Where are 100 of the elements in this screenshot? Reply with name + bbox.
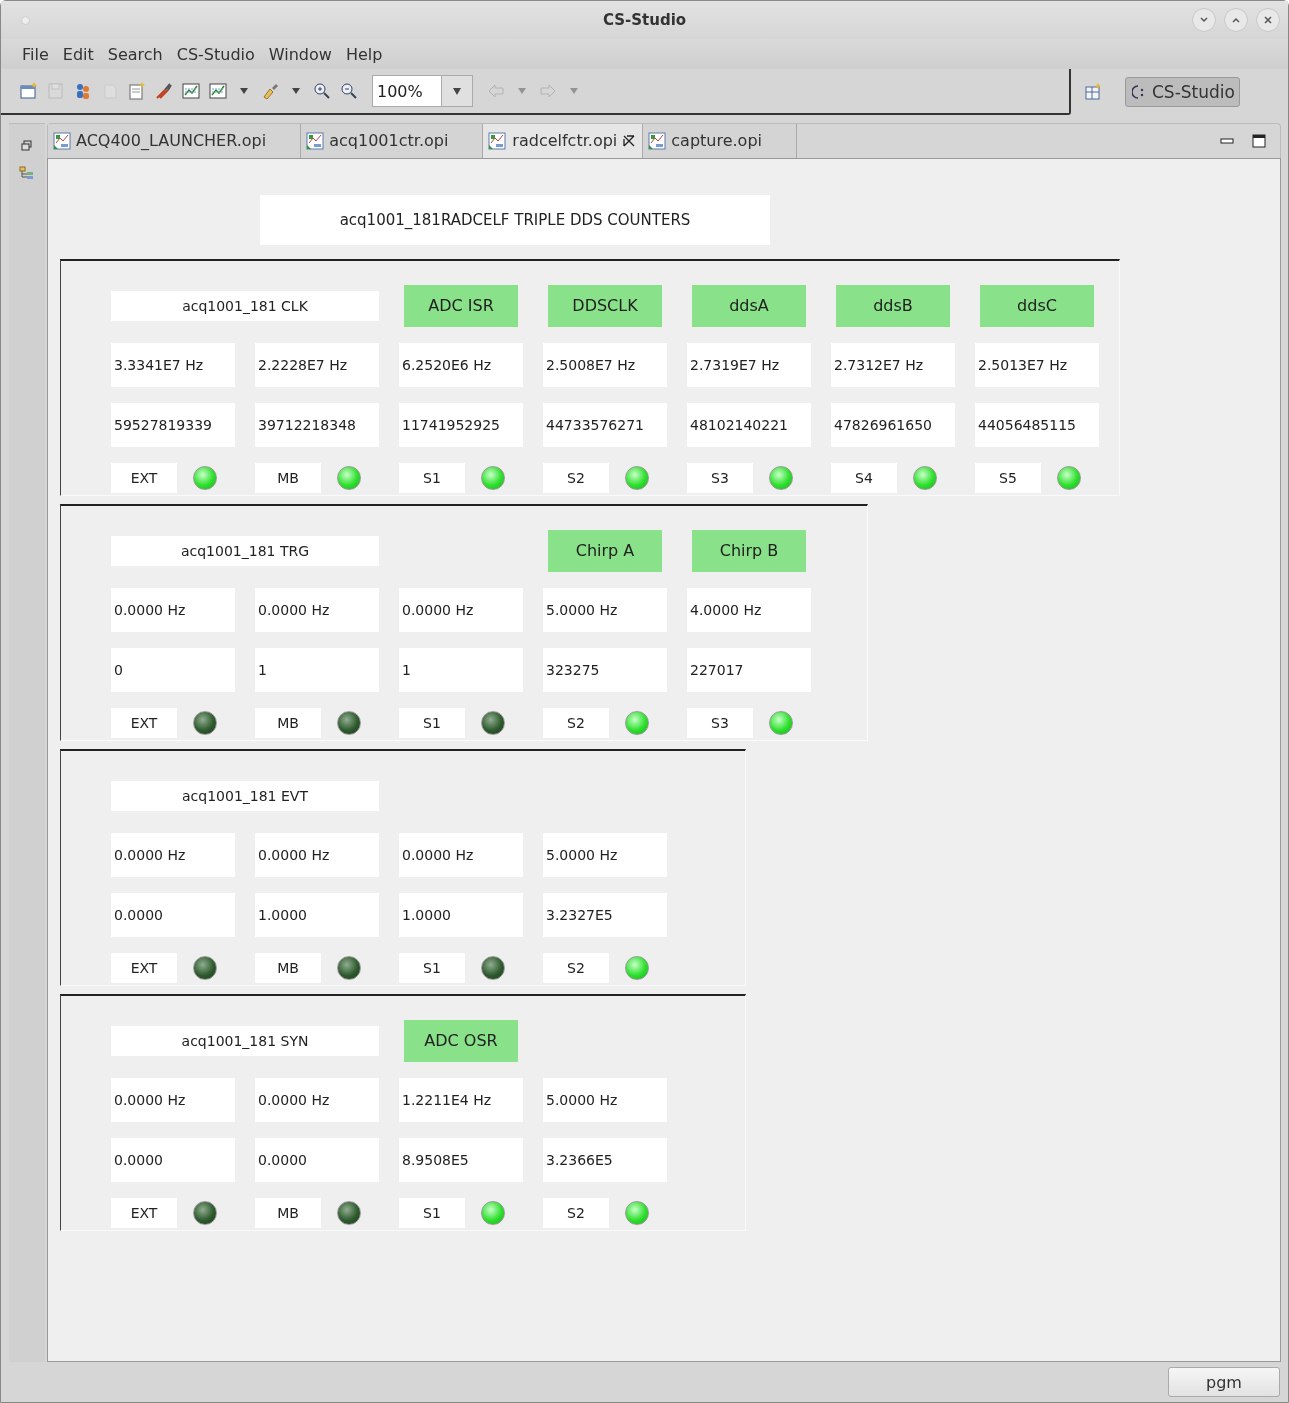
new-window-icon[interactable] xyxy=(19,81,39,101)
rate-field: 3.3341E7 Hz xyxy=(111,342,235,387)
minimize-icon[interactable] xyxy=(1220,136,1234,145)
source-label: S2 xyxy=(543,462,609,493)
panel-title: acq1001_181 SYN xyxy=(111,1025,379,1056)
count-field: 48102140221 xyxy=(687,402,811,447)
source-label: MB xyxy=(255,462,321,493)
minimize-button[interactable] xyxy=(1192,8,1216,32)
channel-label: ddsB xyxy=(836,284,950,327)
source-label: EXT xyxy=(111,1197,177,1228)
count-field: 323275 xyxy=(543,647,667,692)
maximize-icon[interactable] xyxy=(1252,133,1266,148)
source-label: S1 xyxy=(399,952,465,983)
panel-title: acq1001_181 TRG xyxy=(111,535,379,566)
status-button[interactable]: pgm xyxy=(1168,1367,1280,1397)
close-icon[interactable] xyxy=(622,133,637,148)
display-file-icon xyxy=(487,130,508,151)
window-dot-icon xyxy=(21,15,30,25)
display-file-icon xyxy=(52,130,72,151)
source-label: S1 xyxy=(399,707,465,738)
chevron-down-icon xyxy=(1199,15,1209,25)
count-field: 0.0000 xyxy=(255,1137,379,1182)
chart-icon[interactable] xyxy=(181,81,201,101)
source-label: EXT xyxy=(111,707,177,738)
rate-field: 0.0000 Hz xyxy=(399,587,523,632)
count-field: 44056485115 xyxy=(975,402,1099,447)
maximize-button[interactable] xyxy=(1224,8,1248,32)
source-label: S3 xyxy=(687,462,753,493)
menu-item[interactable]: Edit xyxy=(55,42,101,66)
menu-item[interactable]: Search xyxy=(100,42,170,66)
rate-field: 5.0000 Hz xyxy=(543,1077,667,1122)
zoom-in-icon[interactable] xyxy=(312,81,332,101)
editor-tab[interactable]: radcelfctr.opi xyxy=(483,124,644,158)
perspective-button[interactable]: CS-Studio xyxy=(1125,77,1240,107)
rate-field: 5.0000 Hz xyxy=(543,832,667,877)
rate-field: 1.2211E4 Hz xyxy=(399,1077,523,1122)
display-file-icon xyxy=(647,130,668,151)
zoom-out-icon[interactable] xyxy=(339,81,359,101)
channel-label: Chirp A xyxy=(548,529,662,572)
count-field: 227017 xyxy=(687,647,811,692)
panel-title: acq1001_181 CLK xyxy=(111,290,379,321)
source-label: S2 xyxy=(543,952,609,983)
count-field: 0.0000 xyxy=(111,1137,235,1182)
menu-item[interactable]: Help xyxy=(338,42,390,66)
rate-field: 0.0000 Hz xyxy=(255,832,379,877)
rate-field: 2.7319E7 Hz xyxy=(687,342,811,387)
count-field: 44733576271 xyxy=(543,402,667,447)
rate-field: 0.0000 Hz xyxy=(111,587,235,632)
channel-label: ddsC xyxy=(980,284,1094,327)
chevron-up-icon xyxy=(1231,15,1241,25)
rate-field: 2.7312E7 Hz xyxy=(831,342,955,387)
open-perspective-icon[interactable] xyxy=(1083,82,1103,102)
source-label: MB xyxy=(255,707,321,738)
source-label: S2 xyxy=(543,707,609,738)
count-field: 3.2366E5 xyxy=(543,1137,667,1182)
panel-title: acq1001_181 EVT xyxy=(111,780,379,811)
rate-field: 0.0000 Hz xyxy=(255,1077,379,1122)
menu-item[interactable]: CS-Studio xyxy=(169,42,262,66)
count-field: 59527819339 xyxy=(111,402,235,447)
editor-tab[interactable]: ACQ400_LAUNCHER.opi xyxy=(48,124,302,158)
count-field: 1 xyxy=(399,647,523,692)
caret-icon xyxy=(451,85,463,97)
rate-field: 0.0000 Hz xyxy=(111,1077,235,1122)
menu-item[interactable]: File xyxy=(15,42,56,66)
rate-field: 2.2228E7 Hz xyxy=(255,342,379,387)
new-file-icon[interactable] xyxy=(127,81,147,101)
source-label: S1 xyxy=(399,462,465,493)
channel-label: ADC OSR xyxy=(404,1019,518,1062)
channel-label: ddsA xyxy=(692,284,806,327)
count-field: 8.9508E5 xyxy=(399,1137,523,1182)
source-label: EXT xyxy=(111,462,177,493)
count-field: 0 xyxy=(111,647,235,692)
source-label: MB xyxy=(255,952,321,983)
rate-field: 5.0000 Hz xyxy=(543,587,667,632)
tree-icon[interactable] xyxy=(19,166,35,180)
source-label: S5 xyxy=(975,462,1041,493)
count-field: 1 xyxy=(255,647,379,692)
window-title: CS-Studio xyxy=(602,11,687,29)
menu-item[interactable]: Window xyxy=(261,42,339,66)
rate-field: 2.5008E7 Hz xyxy=(543,342,667,387)
close-button[interactable] xyxy=(1256,8,1280,32)
channel-label: Chirp B xyxy=(692,529,806,572)
count-field: 39712218348 xyxy=(255,402,379,447)
count-field: 1.0000 xyxy=(399,892,523,937)
channel-label: DDSCLK xyxy=(548,284,662,327)
source-label: S3 xyxy=(687,707,753,738)
source-label: S1 xyxy=(399,1197,465,1228)
count-field: 3.2327E5 xyxy=(543,892,667,937)
source-label: S4 xyxy=(831,462,897,493)
chart-icon[interactable] xyxy=(208,81,228,101)
channel-label: ADC ISR xyxy=(404,284,518,327)
display-file-icon xyxy=(305,130,326,151)
count-field: 1.0000 xyxy=(255,892,379,937)
source-label: MB xyxy=(255,1197,321,1228)
rate-field: 0.0000 Hz xyxy=(255,587,379,632)
rate-field: 6.2520E6 Hz xyxy=(399,342,523,387)
restore-icon[interactable] xyxy=(21,140,33,152)
zoom-combo[interactable]: 100% xyxy=(372,75,473,107)
count-field: 11741952925 xyxy=(399,402,523,447)
source-label: EXT xyxy=(111,952,177,983)
